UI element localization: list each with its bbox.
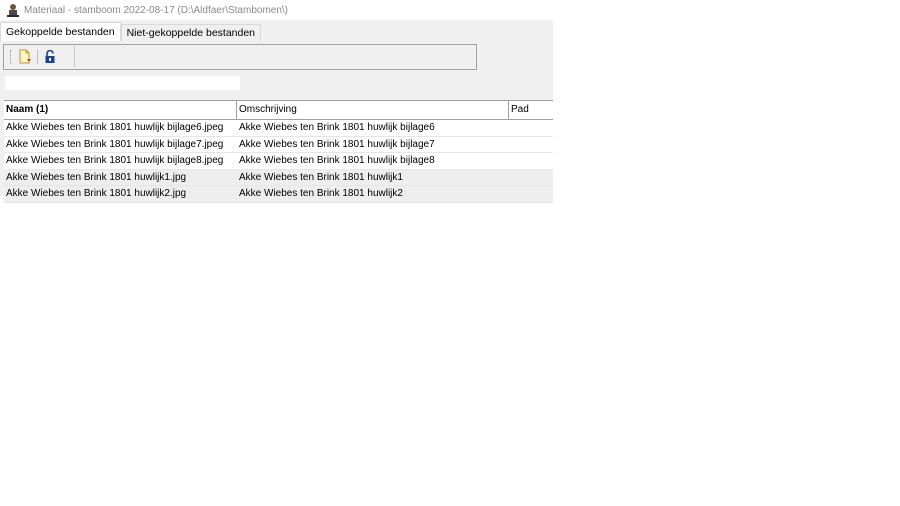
table-header: Naam (1) Omschrijving Pad bbox=[4, 100, 553, 120]
new-document-icon[interactable] bbox=[17, 49, 33, 65]
filter-input[interactable] bbox=[5, 76, 240, 90]
cell-omschrijving: Akke Wiebes ten Brink 1801 huwlijk bijla… bbox=[239, 138, 435, 150]
tab-linked-files[interactable]: Gekoppelde bestanden bbox=[0, 22, 121, 41]
column-header-pad[interactable]: Pad bbox=[509, 101, 553, 119]
table-row[interactable]: Akke Wiebes ten Brink 1801 huwlijk bijla… bbox=[4, 136, 553, 153]
window-title: Materiaal - stamboom 2022-08-17 (D:\Aldf… bbox=[24, 4, 289, 16]
column-header-omschrijving[interactable]: Omschrijving bbox=[237, 101, 509, 119]
cell-omschrijving: Akke Wiebes ten Brink 1801 huwlijk2 bbox=[239, 188, 403, 199]
table-row[interactable]: Akke Wiebes ten Brink 1801 huwlijk2.jpg … bbox=[4, 186, 553, 203]
cell-pad bbox=[509, 153, 553, 169]
tab-unlinked-files[interactable]: Niet-gekoppelde bestanden bbox=[120, 24, 262, 41]
table-row[interactable]: Akke Wiebes ten Brink 1801 huwlijk1.jpg … bbox=[4, 169, 553, 186]
toolbar-grip[interactable] bbox=[10, 49, 13, 64]
cell-pad bbox=[509, 120, 553, 136]
table-row[interactable]: Akke Wiebes ten Brink 1801 huwlijk bijla… bbox=[4, 153, 553, 170]
genealogy-app-icon bbox=[6, 3, 20, 17]
column-header-naam[interactable]: Naam (1) bbox=[4, 101, 237, 119]
toolbar-separator bbox=[37, 49, 38, 64]
tab-strip: Gekoppelde bestanden Niet-gekoppelde bes… bbox=[0, 22, 262, 41]
cell-omschrijving: Akke Wiebes ten Brink 1801 huwlijk bijla… bbox=[239, 155, 435, 166]
table-row[interactable]: Akke Wiebes ten Brink 1801 huwlijk bijla… bbox=[4, 120, 553, 137]
files-table: Naam (1) Omschrijving Pad Akke Wiebes te… bbox=[4, 100, 553, 203]
cell-pad bbox=[509, 186, 553, 202]
main-panel: Gekoppelde bestanden Niet-gekoppelde bes… bbox=[0, 20, 553, 203]
cell-naam: Akke Wiebes ten Brink 1801 huwlijk bijla… bbox=[6, 122, 224, 133]
title-bar: Materiaal - stamboom 2022-08-17 (D:\Aldf… bbox=[0, 0, 560, 20]
unlock-icon[interactable] bbox=[42, 49, 58, 65]
cell-omschrijving: Akke Wiebes ten Brink 1801 huwlijk1 bbox=[239, 171, 403, 183]
cell-pad bbox=[509, 137, 553, 153]
cell-omschrijving: Akke Wiebes ten Brink 1801 huwlijk bijla… bbox=[239, 122, 435, 133]
cell-pad bbox=[509, 170, 553, 186]
cell-naam: Akke Wiebes ten Brink 1801 huwlijk bijla… bbox=[6, 155, 224, 166]
toolbar bbox=[5, 46, 75, 67]
toolbar-panel bbox=[3, 44, 477, 70]
cell-naam: Akke Wiebes ten Brink 1801 huwlijk1.jpg bbox=[6, 171, 187, 183]
cell-naam: Akke Wiebes ten Brink 1801 huwlijk2.jpg bbox=[6, 188, 187, 199]
cell-naam: Akke Wiebes ten Brink 1801 huwlijk bijla… bbox=[6, 138, 224, 150]
